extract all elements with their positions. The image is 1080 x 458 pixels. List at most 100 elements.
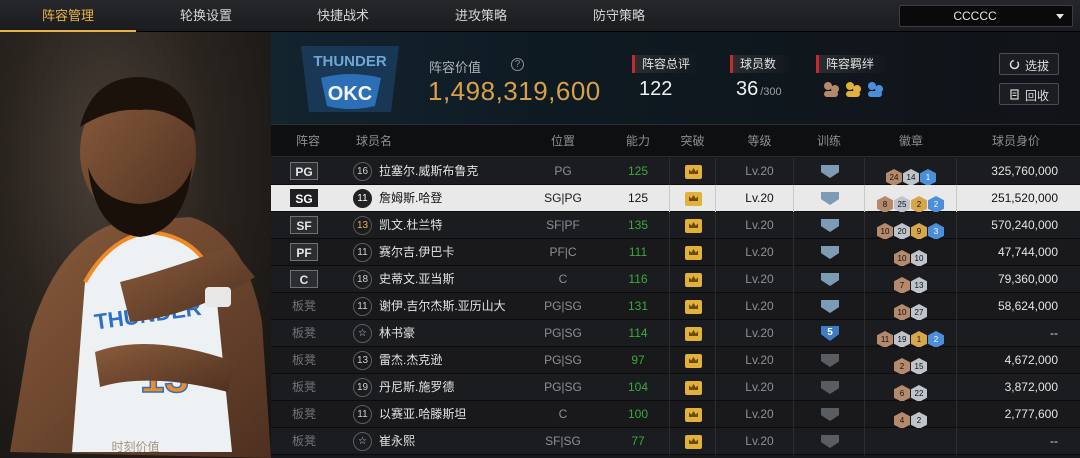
select-button-label: 选拔 bbox=[1025, 59, 1050, 73]
breakthrough-cell bbox=[669, 185, 716, 212]
column-header-lineup[interactable]: 阵容 bbox=[285, 125, 331, 157]
player-position: PG|SG bbox=[544, 299, 582, 313]
player-level: Lv.20 bbox=[745, 380, 774, 394]
player-position: SF|PF bbox=[546, 218, 580, 232]
table-row[interactable]: PG 16 拉塞尔.威斯布鲁克 PG 125 Lv.20 24 14 1 325,760,000 bbox=[271, 158, 1080, 186]
tab-offense-strategy[interactable]: 进攻策略 bbox=[410, 0, 552, 32]
training-cell bbox=[793, 347, 865, 374]
refresh-icon bbox=[1009, 59, 1020, 70]
player-position: C bbox=[558, 272, 568, 286]
player-level: Lv.20 bbox=[745, 407, 774, 421]
table-row[interactable]: 板凳 19 丹尼斯.施罗德 PG|SG 104 Lv.20 6 22 3,872,000 bbox=[271, 374, 1080, 402]
breakthrough-cell bbox=[669, 158, 716, 185]
training-shield-empty-icon bbox=[821, 408, 839, 421]
player-ability: 97 bbox=[631, 353, 645, 367]
badge-blue-icon: 3 bbox=[928, 223, 944, 240]
player-value: 2,777,600 bbox=[1004, 407, 1058, 421]
training-shield-empty-icon bbox=[821, 381, 839, 394]
overall-rating-value: 122 bbox=[639, 78, 673, 100]
select-button[interactable]: 选拔 bbox=[999, 53, 1059, 75]
training-shield-empty-icon bbox=[821, 354, 839, 367]
crown-icon bbox=[685, 219, 702, 233]
player-name: 以赛亚.哈滕斯坦 bbox=[379, 407, 467, 421]
crown-icon bbox=[685, 381, 702, 395]
table-row[interactable]: SF 13 凯文.杜兰特 SF|PF 135 Lv.20 10 20 9 3 570,240,000 bbox=[271, 212, 1080, 240]
table-row[interactable]: 板凳 13 雷杰.杰克逊 PG|SG 97 Lv.20 2 15 4,672,000 bbox=[271, 347, 1080, 375]
breakthrough-cell bbox=[669, 293, 716, 320]
player-count-value: 36 bbox=[736, 78, 759, 100]
bench-label: 板凳 bbox=[291, 434, 316, 448]
top-nav-bar: 阵容管理 轮换设置 快捷战术 进攻策略 防守策略 CCCCC bbox=[0, 0, 1080, 32]
player-position: C bbox=[558, 407, 568, 421]
badge-bronze-icon: 8 bbox=[877, 196, 893, 213]
badges-cell: 24 14 1 bbox=[865, 158, 957, 186]
table-row[interactable]: SG 11 詹姆斯.哈登 SG|PG 125 Lv.20 8 25 2 2 251,520,000 bbox=[271, 185, 1080, 213]
badge-list: 10 10 bbox=[894, 244, 928, 267]
badges-cell: 10 10 bbox=[865, 239, 957, 267]
table-row[interactable]: C 18 史蒂文.亚当斯 C 116 Lv.20 7 13 79,360,000 bbox=[271, 266, 1080, 294]
recycle-button-label: 回收 bbox=[1025, 89, 1050, 103]
player-value: 47,744,000 bbox=[997, 245, 1058, 259]
table-row[interactable]: 板凳 ☆ 林书豪 PG|SG 114 Lv.20 5 11 19 1 2 -- bbox=[271, 320, 1080, 348]
crown-icon bbox=[685, 165, 702, 179]
badge-list: 2 15 bbox=[894, 352, 928, 375]
table-row[interactable]: 板凳 11 谢伊.吉尔杰斯.亚历山大 PG|SG 131 Lv.20 10 27 58,624,… bbox=[271, 293, 1080, 321]
tab-quick-tactics[interactable]: 快捷战术 bbox=[276, 0, 410, 32]
column-header-level[interactable]: 等级 bbox=[726, 125, 793, 157]
badge-silver-icon: 15 bbox=[911, 358, 927, 375]
help-icon[interactable]: ? bbox=[511, 58, 524, 71]
badge-gold-icon: 2 bbox=[911, 196, 927, 213]
player-name: 雷杰.杰克逊 bbox=[379, 353, 443, 367]
table-row[interactable]: 板凳 11 以赛亚.哈滕斯坦 C 100 Lv.20 4 2 2,777,600 bbox=[271, 401, 1080, 429]
badge-gold-icon: 9 bbox=[911, 223, 927, 240]
table-row[interactable]: 板凳 ☆ 崔永熙 SF|SG 77 Lv.20 -- bbox=[271, 428, 1080, 455]
badge-list: 8 25 2 2 bbox=[877, 190, 945, 213]
player-name: 史蒂文.亚当斯 bbox=[379, 272, 455, 286]
player-ability: 77 bbox=[631, 434, 645, 448]
badge-list: 24 14 1 bbox=[886, 163, 937, 186]
badge-bronze-icon: 6 bbox=[894, 385, 910, 402]
column-header-breakthrough[interactable]: 突破 bbox=[669, 125, 716, 157]
player-value: -- bbox=[1050, 434, 1058, 448]
player-ability: 131 bbox=[627, 299, 649, 313]
badge-list: 10 27 bbox=[894, 298, 928, 321]
training-shield-icon bbox=[821, 246, 839, 259]
bench-label: 板凳 bbox=[291, 326, 316, 340]
column-header-ability[interactable]: 能力 bbox=[607, 125, 669, 157]
team-select-dropdown[interactable]: CCCCC bbox=[899, 5, 1073, 27]
player-value: 79,360,000 bbox=[997, 272, 1058, 286]
training-shield-empty-icon bbox=[821, 435, 839, 448]
player-ability: 104 bbox=[627, 380, 649, 394]
player-ability: 125 bbox=[627, 164, 649, 178]
player-level: Lv.20 bbox=[745, 299, 774, 313]
recycle-button[interactable]: 回收 bbox=[999, 83, 1059, 105]
player-position: SG|PG bbox=[544, 191, 582, 205]
column-header-training[interactable]: 训练 bbox=[793, 125, 865, 157]
jersey-number-icon: 18 bbox=[353, 270, 372, 289]
player-ability: 114 bbox=[628, 326, 648, 340]
lineup-slot-badge: PG bbox=[290, 162, 318, 180]
chemistry-gold-icon bbox=[846, 82, 861, 97]
player-level: Lv.20 bbox=[745, 434, 774, 448]
training-shield-icon bbox=[821, 219, 839, 232]
tab-rotation-settings[interactable]: 轮换设置 bbox=[136, 0, 276, 32]
column-header-player-name[interactable]: 球员名 bbox=[351, 125, 397, 157]
lineup-value-amount: 1,498,319,600 bbox=[428, 76, 601, 106]
player-name: 凯文.杜兰特 bbox=[379, 218, 443, 232]
badges-cell: 6 22 bbox=[865, 374, 957, 402]
lineup-slot-badge: PF bbox=[290, 243, 318, 261]
badges-cell: 10 27 bbox=[865, 293, 957, 321]
chemistry-bronze-icon bbox=[824, 82, 839, 97]
badge-blue-icon: 1 bbox=[920, 169, 936, 186]
chemistry-icons[interactable] bbox=[822, 80, 892, 100]
column-header-position[interactable]: 位置 bbox=[519, 125, 607, 157]
column-header-player-value[interactable]: 球员身价 bbox=[971, 125, 1061, 157]
column-header-badges[interactable]: 徽章 bbox=[865, 125, 957, 157]
badge-gold-icon: 1 bbox=[911, 331, 927, 348]
tab-lineup-management[interactable]: 阵容管理 bbox=[0, 0, 136, 32]
badge-bronze-icon: 10 bbox=[894, 250, 910, 267]
badge-silver-icon: 13 bbox=[911, 277, 927, 294]
tab-defense-strategy[interactable]: 防守策略 bbox=[552, 0, 686, 32]
crown-icon bbox=[685, 300, 702, 314]
table-row[interactable]: PF 11 赛尔吉.伊巴卡 PF|C 111 Lv.20 10 10 47,744,000 bbox=[271, 239, 1080, 267]
